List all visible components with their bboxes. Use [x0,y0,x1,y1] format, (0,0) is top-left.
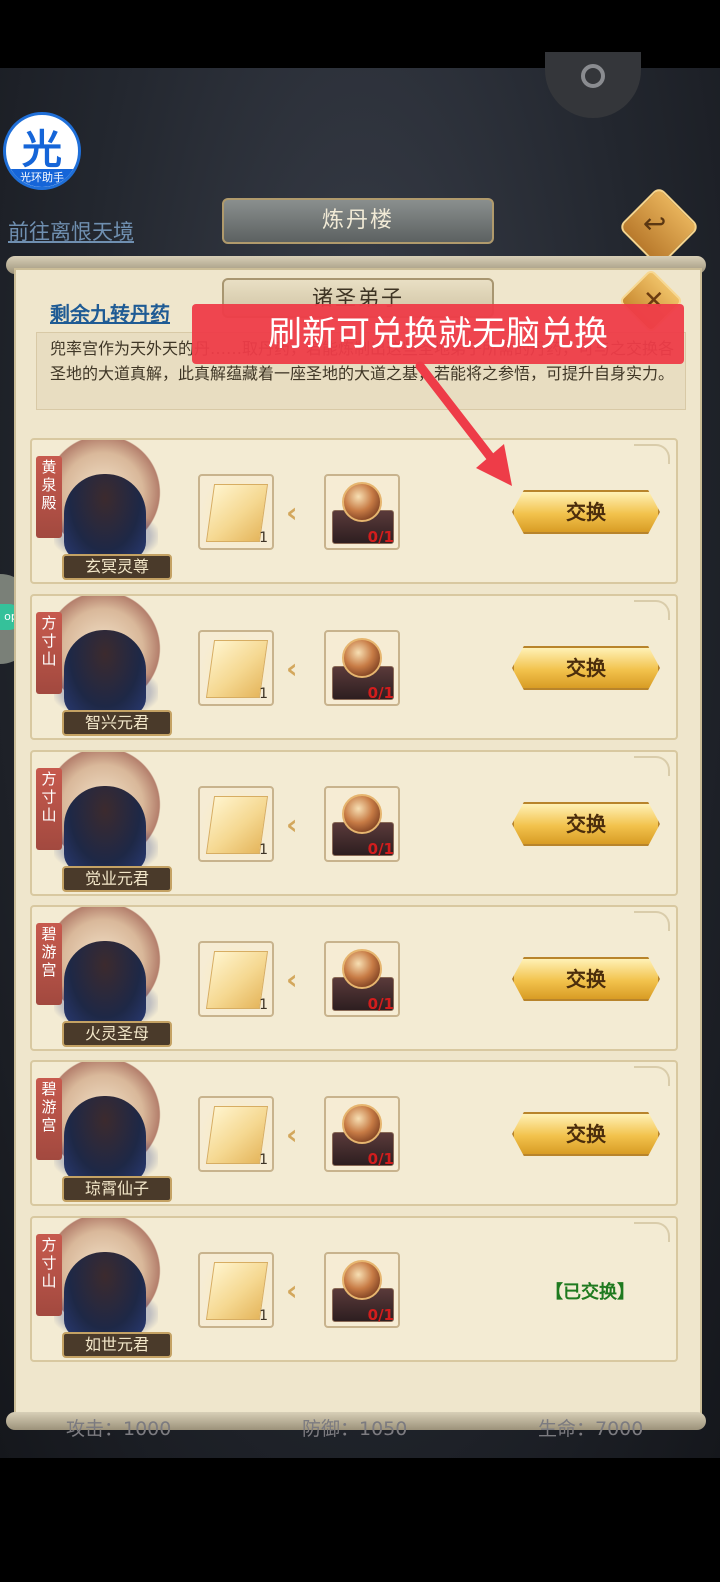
faction-tag: 方寸山 [36,1234,62,1316]
halo-logo-label: 光环助手 [6,169,78,187]
stat-hp: 生命：7000 [538,1418,644,1440]
exchange-arrow-icon: ‹ [286,1274,298,1307]
exchange-button[interactable]: 交换 [512,1112,660,1156]
cost-item-slot[interactable]: 0/1 [324,941,400,1017]
decor-swirl [634,911,670,931]
reward-quantity: 1 [259,997,268,1013]
character-name: 玄冥灵尊 [62,554,172,580]
stat-defense: 防御：1050 [302,1418,408,1440]
pill-orb-icon [342,949,382,989]
cost-quantity: 0/1 [367,1306,394,1324]
character-figure [64,941,146,1027]
character-name: 火灵圣母 [62,1021,172,1047]
exchange-button[interactable]: 交换 [512,490,660,534]
cost-item-slot[interactable]: 0/1 [324,1096,400,1172]
faction-tag: 方寸山 [36,768,62,850]
exchange-row: 黄泉殿 玄冥灵尊 1 ‹ 0/1 交换 [30,438,678,586]
decor-swirl [634,756,670,776]
character-name: 觉业元君 [62,866,172,892]
character-figure [64,474,146,560]
decor-swirl [634,1222,670,1242]
exchange-row: 碧游宫 琼霄仙子 1 ‹ 0/1 交换 [30,1060,678,1208]
exchange-arrow-icon: ‹ [286,963,298,996]
reward-item-slot[interactable]: 1 [198,1252,274,1328]
annotation-arrow [415,361,512,486]
pill-orb-icon [342,1104,382,1144]
halo-assistant-logo[interactable]: 光 光环助手 [3,112,81,190]
bottom-nav-area [0,1458,720,1582]
reward-quantity: 1 [259,686,268,702]
exchange-button[interactable]: 交换 [512,646,660,690]
cost-quantity: 0/1 [367,995,394,1013]
exchange-button[interactable]: 交换 [512,957,660,1001]
exchange-row: 方寸山 智兴元君 1 ‹ 0/1 交换 [30,594,678,742]
exchanged-label: 【已交换】 [545,1282,635,1303]
section-title[interactable]: 剩余九转丹药 [50,298,170,327]
exchange-arrow-icon: ‹ [286,808,298,841]
window-title: 炼丹楼 [222,198,494,244]
exchange-row: 方寸山 觉业元君 1 ‹ 0/1 交换 [30,750,678,898]
character-figure [64,786,146,872]
reward-item-slot[interactable]: 1 [198,1096,274,1172]
decor-swirl [634,444,670,464]
reward-quantity: 1 [259,842,268,858]
annotation-banner: 刷新可兑换就无脑兑换 [192,304,684,364]
exchange-row: 方寸山 如世元君 1 ‹ 0/1 【已交换】 [30,1216,678,1364]
faction-tag: 方寸山 [36,612,62,694]
stat-attack: 攻击：1000 [66,1418,172,1440]
reward-item-slot[interactable]: 1 [198,786,274,862]
halo-logo-char: 光 [22,127,62,173]
reward-item-slot[interactable]: 1 [198,630,274,706]
cost-item-slot[interactable]: 0/1 [324,1252,400,1328]
exchange-button[interactable]: 交换 [512,802,660,846]
exchange-arrow-icon: ‹ [286,496,298,529]
pill-orb-icon [342,482,382,522]
character-name: 琼霄仙子 [62,1176,172,1202]
bag-icon [581,64,605,88]
back-arrow-icon: ↩ [642,206,667,240]
character-name: 如世元君 [62,1332,172,1358]
reward-quantity: 1 [259,1152,268,1168]
character-figure [64,1096,146,1182]
cost-quantity: 0/1 [367,1150,394,1168]
cost-quantity: 0/1 [367,528,394,546]
reward-item-slot[interactable]: 1 [198,941,274,1017]
decor-swirl [634,600,670,620]
goto-link[interactable]: 前往离恨天境 [8,216,134,246]
cost-item-slot[interactable]: 0/1 [324,630,400,706]
character-figure [64,630,146,716]
faction-tag: 黄泉殿 [36,456,62,538]
exchange-row: 碧游宫 火灵圣母 1 ‹ 0/1 交换 [30,905,678,1053]
reward-quantity: 1 [259,530,268,546]
cost-item-slot[interactable]: 0/1 [324,786,400,862]
reward-item-slot[interactable]: 1 [198,474,274,550]
cost-quantity: 0/1 [367,684,394,702]
pill-orb-icon [342,638,382,678]
exchange-arrow-icon: ‹ [286,652,298,685]
faction-tag: 碧游宫 [36,923,62,1005]
pill-orb-icon [342,794,382,834]
character-name: 智兴元君 [62,710,172,736]
decor-swirl [634,1066,670,1086]
character-figure [64,1252,146,1338]
reward-quantity: 1 [259,1308,268,1324]
pill-orb-icon [342,1260,382,1300]
faction-tag: 碧游宫 [36,1078,62,1160]
cost-quantity: 0/1 [367,840,394,858]
exchange-arrow-icon: ‹ [286,1118,298,1151]
